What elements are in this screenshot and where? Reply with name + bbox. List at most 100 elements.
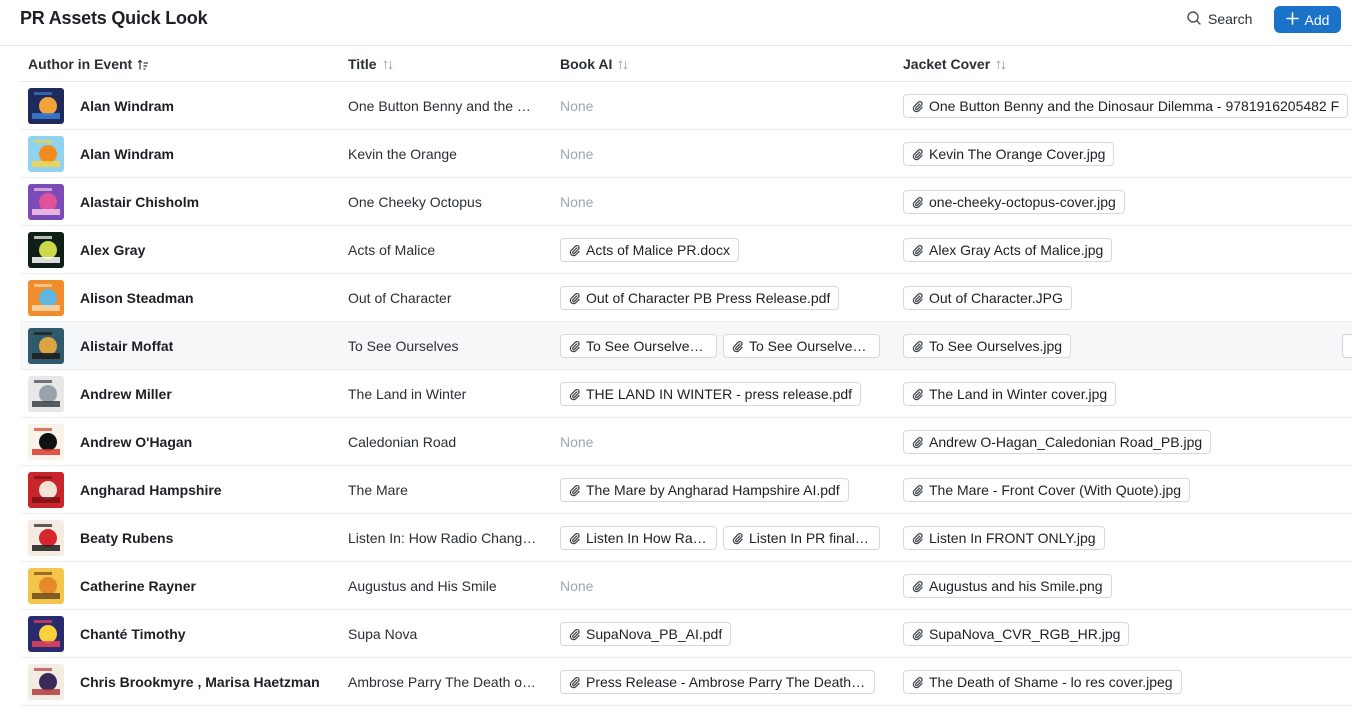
book-ai-attachment[interactable]: THE LAND IN WINTER - press release.pdf — [560, 382, 862, 406]
row-expand-handle[interactable] — [1342, 334, 1352, 358]
author-name: Alastair Chisholm — [80, 194, 200, 210]
attachment-label: Alex Gray Acts of Malice.jpg — [929, 242, 1104, 258]
jacket-cover-attachment[interactable]: Andrew O-Hagan_Caledonian Road_PB.jpg — [903, 430, 1212, 454]
author-name: Beaty Rubens — [80, 530, 174, 546]
book-title-text: One Button Benny and the Dinosaur Dilemm… — [348, 98, 538, 114]
plus-icon — [1285, 11, 1299, 28]
paperclip-icon — [911, 100, 924, 113]
book-ai-attachment[interactable]: To See Ourselves PR.pdf — [560, 334, 717, 358]
book-ai-attachment[interactable]: Listen In How Radio AI.pdf — [560, 526, 717, 550]
attachment-label: SupaNova_PB_AI.pdf — [586, 626, 723, 642]
jacket-cover-attachment[interactable]: Augustus and his Smile.png — [903, 574, 1112, 598]
book-title-text: The Mare — [348, 482, 408, 498]
book-ai-attachment[interactable]: SupaNova_PB_AI.pdf — [560, 622, 732, 646]
book-cover-thumbnail — [28, 616, 64, 652]
jacket-cover-cell: Augustus and his Smile.png — [903, 562, 1352, 610]
jacket-cover-attachment[interactable]: Alex Gray Acts of Malice.jpg — [903, 238, 1113, 262]
paperclip-icon — [568, 532, 581, 545]
sort-ascending-icon[interactable] — [137, 58, 149, 70]
paperclip-icon — [568, 388, 581, 401]
jacket-cover-cell: Alex Gray Acts of Malice.jpg — [903, 226, 1352, 274]
table-row[interactable]: Chris Brookmyre , Marisa Haetzman Ambrose… — [20, 658, 1352, 706]
book-ai-cell: Acts of Malice PR.docx — [560, 226, 739, 274]
jacket-cover-attachment[interactable]: One Button Benny and the Dinosaur Dilemm… — [903, 94, 1349, 118]
jacket-cover-attachment[interactable]: Out of Character.JPG — [903, 286, 1072, 310]
jacket-cover-cell: The Mare - Front Cover (With Quote).jpg — [903, 466, 1352, 514]
attachment-label: To See Ourselves PR.pdf — [586, 338, 708, 354]
book-cover-thumbnail — [28, 376, 64, 412]
search-label: Search — [1208, 11, 1253, 27]
table-row[interactable]: Catherine Rayner Augustus and His Smile No… — [20, 562, 1352, 610]
add-button[interactable]: Add — [1274, 6, 1341, 33]
table-row[interactable]: Angharad Hampshire The Mare The Mare by An… — [20, 466, 1352, 514]
jacket-cover-attachment[interactable]: The Mare - Front Cover (With Quote).jpg — [903, 478, 1191, 502]
column-header-book-ai[interactable]: Book AI — [560, 46, 629, 82]
paperclip-icon — [911, 148, 924, 161]
book-cover-thumbnail — [28, 520, 64, 556]
attachment-label: One Button Benny and the Dinosaur Dilemm… — [929, 98, 1340, 114]
author-name: Angharad Hampshire — [80, 482, 222, 498]
book-ai-cell: None — [560, 130, 593, 178]
book-ai-attachment[interactable]: To See Ourselves AI.pdf — [723, 334, 880, 358]
paperclip-icon — [911, 580, 924, 593]
jacket-cover-attachment[interactable]: SupaNova_CVR_RGB_HR.jpg — [903, 622, 1130, 646]
add-label: Add — [1304, 11, 1330, 28]
column-header-jacket-cover[interactable]: Jacket Cover — [903, 46, 1007, 82]
empty-value: None — [560, 146, 594, 162]
paperclip-icon — [911, 484, 924, 497]
book-ai-attachment[interactable]: Acts of Malice PR.docx — [560, 238, 739, 262]
attachment-label: To See Ourselves.jpg — [929, 338, 1063, 354]
table-row[interactable]: Alastair Chisholm One Cheeky Octopus None o… — [20, 178, 1352, 226]
table-row[interactable]: Beaty Rubens Listen In: How Radio Changed… — [20, 514, 1352, 562]
page-title: PR Assets Quick Look — [20, 8, 208, 28]
paperclip-icon — [911, 532, 924, 545]
jacket-cover-attachment[interactable]: To See Ourselves.jpg — [903, 334, 1072, 358]
author-name: Chanté Timothy — [80, 626, 186, 642]
sort-icon[interactable] — [617, 58, 629, 70]
book-cover-thumbnail — [28, 472, 64, 508]
paperclip-icon — [911, 388, 924, 401]
empty-value: None — [560, 194, 594, 210]
attachment-label: To See Ourselves AI.pdf — [749, 338, 871, 354]
book-ai-attachment[interactable]: Press Release - Ambrose Parry The Death … — [560, 670, 875, 694]
sort-icon[interactable] — [995, 58, 1007, 70]
search-button[interactable]: Search — [1186, 7, 1252, 31]
table-row[interactable]: Alex Gray Acts of Malice Acts of Malice PR… — [20, 226, 1352, 274]
book-ai-cell: Out of Character PB Press Release.pdf — [560, 274, 840, 322]
jacket-cover-cell: The Death of Shame - lo res cover.jpeg — [903, 658, 1352, 706]
table-row[interactable]: Alison Steadman Out of Character Out of Ch… — [20, 274, 1352, 322]
jacket-cover-attachment[interactable]: one-cheeky-octopus-cover.jpg — [903, 190, 1125, 214]
sort-icon[interactable] — [382, 58, 394, 70]
table-row[interactable]: Andrew Miller The Land in Winter THE LAND … — [20, 370, 1352, 418]
book-ai-cell: None — [560, 82, 593, 130]
paperclip-icon — [911, 292, 924, 305]
book-cover-thumbnail — [28, 328, 64, 364]
jacket-cover-attachment[interactable]: The Death of Shame - lo res cover.jpeg — [903, 670, 1182, 694]
table-row[interactable]: Alan Windram One Button Benny and the Din… — [20, 82, 1352, 130]
column-header-title[interactable]: Title — [348, 46, 394, 82]
book-title: Acts of Malice — [348, 226, 538, 274]
paperclip-icon — [568, 484, 581, 497]
attachment-label: one-cheeky-octopus-cover.jpg — [929, 194, 1116, 210]
book-title-text: Ambrose Parry The Death of Shame — [348, 674, 538, 690]
jacket-cover-attachment[interactable]: The Land in Winter cover.jpg — [903, 382, 1117, 406]
book-ai-attachment[interactable]: The Mare by Angharad Hampshire AI.pdf — [560, 478, 849, 502]
attachment-label: Listen In PR final.pdf — [749, 530, 871, 546]
book-title-text: Out of Character — [348, 290, 452, 306]
author-name: Alistair Moffat — [80, 338, 174, 354]
book-ai-cell: None — [560, 418, 593, 466]
book-ai-attachment[interactable]: Listen In PR final.pdf — [723, 526, 880, 550]
book-ai-attachment[interactable]: Out of Character PB Press Release.pdf — [560, 286, 840, 310]
table-row[interactable]: Alistair Moffat To See Ourselves To See Ou… — [20, 322, 1352, 370]
jacket-cover-attachment[interactable]: Kevin The Orange Cover.jpg — [903, 142, 1115, 166]
paperclip-icon — [911, 628, 924, 641]
book-cover-thumbnail — [28, 184, 64, 220]
book-cover-thumbnail — [28, 136, 64, 172]
attachment-label: THE LAND IN WINTER - press release.pdf — [586, 386, 853, 402]
table-row[interactable]: Alan Windram Kevin the Orange None Kevin Th… — [20, 130, 1352, 178]
table-row[interactable]: Chanté Timothy Supa Nova SupaNova_PB_AI.pd… — [20, 610, 1352, 658]
jacket-cover-attachment[interactable]: Listen In FRONT ONLY.jpg — [903, 526, 1105, 550]
column-header-author[interactable]: Author in Event — [28, 46, 149, 82]
table-row[interactable]: Andrew O'Hagan Caledonian Road None Andrew … — [20, 418, 1352, 466]
book-cover-thumbnail — [28, 568, 64, 604]
